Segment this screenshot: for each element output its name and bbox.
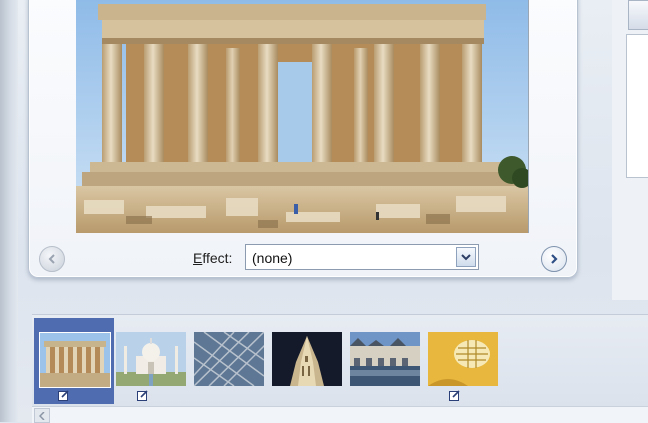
previous-button[interactable] bbox=[39, 246, 65, 272]
thumbnail-parthenon[interactable] bbox=[39, 332, 111, 388]
thumbnail-taj-mahal[interactable] bbox=[116, 332, 186, 386]
edit-pencil-icon bbox=[448, 389, 462, 401]
edit-pencil-icon bbox=[136, 389, 150, 401]
effect-label: Effect: bbox=[193, 250, 232, 266]
effect-dropdown[interactable]: (none) bbox=[245, 244, 479, 270]
right-pane-list[interactable] bbox=[626, 34, 648, 178]
chevron-left-icon bbox=[48, 254, 55, 264]
scroll-left-button[interactable] bbox=[34, 408, 50, 423]
main-photo-parthenon bbox=[76, 0, 529, 233]
effect-dropdown-button[interactable] bbox=[456, 247, 476, 267]
chevron-right-icon bbox=[551, 254, 558, 264]
filmstrip-scrollbar[interactable] bbox=[32, 406, 648, 423]
thumbnail-glass-roof[interactable] bbox=[194, 332, 264, 386]
next-button[interactable] bbox=[541, 246, 567, 272]
thumbnail-night-cathedral[interactable] bbox=[272, 332, 342, 386]
scroll-left-arrow-icon bbox=[39, 411, 45, 420]
right-pane-button[interactable] bbox=[628, 0, 648, 30]
effect-label-accel: E bbox=[193, 250, 203, 266]
thumbnail-yellow-abstract[interactable] bbox=[428, 332, 498, 386]
edit-pencil-icon bbox=[57, 389, 71, 401]
thumbnail-chateau[interactable] bbox=[350, 332, 420, 386]
left-window-edge bbox=[0, 0, 18, 422]
chevron-down-icon bbox=[461, 254, 471, 261]
effect-label-rest: ffect: bbox=[202, 250, 233, 266]
effect-dropdown-value: (none) bbox=[252, 250, 293, 266]
